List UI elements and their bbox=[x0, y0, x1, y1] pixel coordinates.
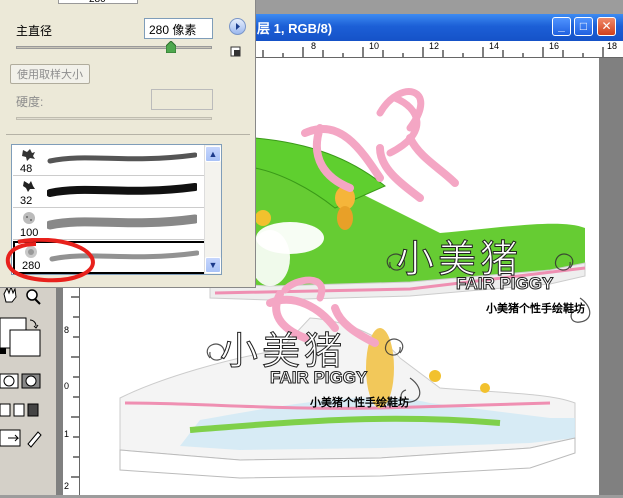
diameter-slider[interactable] bbox=[16, 46, 212, 49]
hardness-slider[interactable] bbox=[16, 117, 212, 120]
watermark-subtitle: FAIR PIGGY bbox=[269, 368, 368, 388]
brush-stroke-preview bbox=[47, 152, 197, 164]
new-preset-icon bbox=[230, 46, 241, 57]
brush-stroke-preview bbox=[47, 214, 197, 230]
tool-icons bbox=[0, 285, 42, 448]
watermark-subtitle: FAIR PIGGY bbox=[455, 274, 554, 294]
zoom-tool-icon bbox=[26, 289, 41, 305]
hardness-input[interactable] bbox=[151, 89, 213, 110]
hand-tool-icon bbox=[3, 285, 17, 303]
use-sample-size-button[interactable]: 使用取样大小 bbox=[10, 64, 90, 84]
diameter-slider-thumb[interactable] bbox=[165, 40, 177, 54]
brush-preset-item[interactable]: 100 bbox=[13, 209, 206, 240]
red-circle-annotation bbox=[5, 238, 95, 283]
brush-size-label: 48 bbox=[20, 163, 33, 175]
edit-icon bbox=[27, 431, 42, 448]
arrow-right-icon bbox=[236, 23, 240, 30]
maximize-button[interactable]: □ bbox=[574, 17, 593, 36]
jump-to-imageready-icon bbox=[0, 429, 21, 447]
swap-colors-icon bbox=[29, 319, 39, 329]
minimize-button[interactable]: _ bbox=[552, 17, 571, 36]
brush-list-scrollbar[interactable]: ▲ ▼ bbox=[204, 145, 221, 274]
tools-panel bbox=[0, 284, 56, 495]
diameter-input[interactable]: 280 像素 bbox=[144, 18, 213, 39]
brush-size-label: 32 bbox=[20, 195, 33, 207]
watermark-caption: 小美猪个性手绘鞋坊 bbox=[310, 397, 409, 409]
brush-tip-icon bbox=[23, 212, 35, 224]
brush-preset-item[interactable]: 48 bbox=[13, 145, 206, 176]
slider-thumb-icon bbox=[165, 40, 177, 54]
close-button[interactable]: ✕ bbox=[597, 17, 616, 36]
master-diameter-label: 主直径 bbox=[16, 24, 53, 38]
brush-tip-icon bbox=[23, 181, 35, 192]
brush-preset-panel: 280 主直径 280 像素 使用取样大小 硬度: 48 32 100 bbox=[0, 0, 256, 288]
watermark-title: 小美猪 bbox=[219, 331, 347, 374]
scroll-down-button[interactable]: ▼ bbox=[205, 257, 221, 273]
screen-mode-icon bbox=[0, 403, 39, 417]
brush-preset-item[interactable]: 32 bbox=[13, 177, 206, 208]
new-preset-button[interactable] bbox=[230, 46, 241, 57]
document-title: 层 1, RGB/8) bbox=[257, 21, 333, 36]
brush-tip-icon bbox=[22, 149, 35, 161]
default-colors-icon bbox=[0, 348, 6, 354]
brush-stroke-preview bbox=[47, 183, 197, 197]
panel-divider bbox=[6, 134, 250, 135]
watermark-caption: 小美猪个性手绘鞋坊 bbox=[486, 303, 585, 315]
scroll-up-button[interactable]: ▲ bbox=[205, 146, 221, 162]
panel-menu-button[interactable] bbox=[229, 18, 246, 35]
standard-mode-icon bbox=[0, 373, 19, 389]
background-color-icon bbox=[9, 329, 41, 357]
quick-mask-icon bbox=[21, 373, 41, 389]
hardness-label: 硬度: bbox=[16, 95, 44, 109]
top-value-field: 280 bbox=[58, 0, 138, 5]
